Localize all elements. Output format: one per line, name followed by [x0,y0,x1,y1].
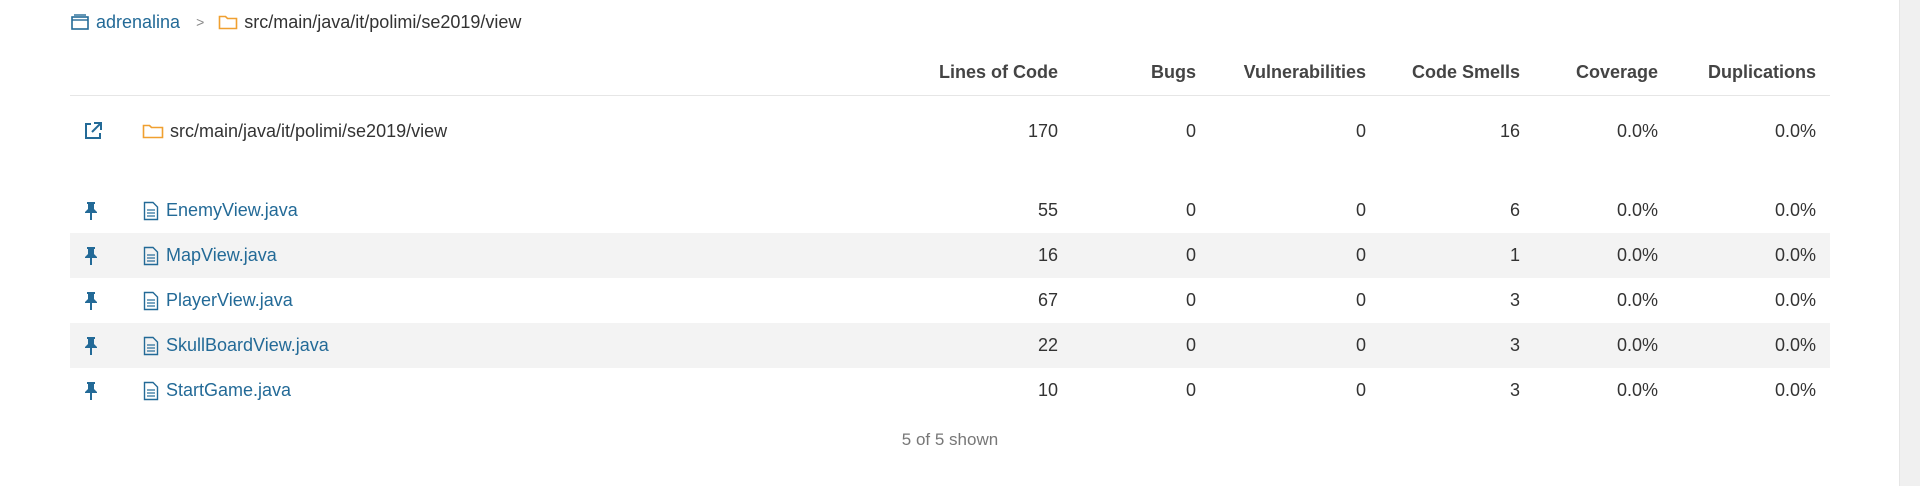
table-row-base: src/main/java/it/polimi/se2019/view 170 … [70,102,1830,160]
breadcrumb-directory-label: src/main/java/it/polimi/se2019/view [244,11,522,32]
cell-lines-of-code: 170 [1027,120,1058,141]
column-lines-of-code[interactable]: Lines of Code [938,62,1058,83]
column-vulnerabilities[interactable]: Vulnerabilities [1206,62,1366,83]
row-spacer [70,160,1830,188]
measures-table: Lines of Code Bugs Vulnerabilities Code … [70,54,1830,413]
file-name-link[interactable]: PlayerView.java [166,290,293,311]
column-code-smells[interactable]: Code Smells [1370,62,1520,83]
file-icon [143,336,159,355]
cell-duplications: 0.0% [1774,120,1816,141]
pin-icon[interactable] [82,323,100,368]
open-external-icon[interactable] [82,102,104,160]
table-row: MapView.java 16 0 0 1 0.0% 0.0% [70,233,1830,278]
table-row: SkullBoardView.java 22 0 0 3 0.0% 0.0% [70,323,1830,368]
file-name-cell[interactable]: EnemyView.java [142,188,298,233]
scrollbar[interactable] [1899,0,1920,486]
pin-icon[interactable] [82,233,100,278]
breadcrumb-separator: > [196,14,205,30]
cell-lines-of-code: 55 [1037,200,1058,220]
cell-code-smells: 3 [1509,380,1520,400]
cell-bugs: 0 [1185,290,1196,310]
shown-count: 5 of 5 shown [901,430,999,449]
cell-bugs: 0 [1185,120,1196,141]
cell-vulnerabilities: 0 [1355,200,1366,220]
cell-coverage: 0.0% [1616,245,1658,265]
file-icon [143,381,159,400]
breadcrumb-project-label[interactable]: adrenalina [96,12,180,33]
cell-vulnerabilities: 0 [1355,245,1366,265]
cell-lines-of-code: 22 [1037,335,1058,355]
cell-coverage: 0.0% [1616,380,1658,400]
file-name-link[interactable]: SkullBoardView.java [166,335,329,356]
table-row: EnemyView.java 55 0 0 6 0.0% 0.0% [70,188,1830,233]
file-name-cell[interactable]: SkullBoardView.java [142,323,329,368]
file-name-cell[interactable]: PlayerView.java [142,278,293,323]
file-name-cell[interactable]: MapView.java [142,233,277,278]
cell-code-smells: 3 [1509,335,1520,355]
cell-lines-of-code: 16 [1037,245,1058,265]
cell-duplications: 0.0% [1774,380,1816,400]
cell-code-smells: 16 [1499,120,1520,141]
table-row: StartGame.java 10 0 0 3 0.0% 0.0% [70,368,1830,413]
pin-icon[interactable] [82,368,100,413]
cell-vulnerabilities: 0 [1355,335,1366,355]
folder-icon [142,124,164,139]
cell-bugs: 0 [1185,245,1196,265]
file-name-link[interactable]: EnemyView.java [166,200,298,221]
cell-vulnerabilities: 0 [1355,290,1366,310]
cell-coverage: 0.0% [1616,200,1658,220]
cell-coverage: 0.0% [1616,290,1658,310]
base-directory-cell: src/main/java/it/polimi/se2019/view [142,102,447,160]
cell-bugs: 0 [1185,200,1196,220]
cell-code-smells: 3 [1509,290,1520,310]
cell-duplications: 0.0% [1774,200,1816,220]
cell-duplications: 0.0% [1774,290,1816,310]
breadcrumb: adrenalina > src/main/java/it/polimi/se2… [70,10,521,34]
cell-lines-of-code: 67 [1037,290,1058,310]
file-name-link[interactable]: MapView.java [166,245,277,266]
project-icon [71,14,89,30]
cell-coverage: 0.0% [1616,120,1658,141]
folder-icon [218,15,238,30]
pin-icon[interactable] [82,278,100,323]
base-directory-name: src/main/java/it/polimi/se2019/view [170,120,448,141]
file-icon [143,291,159,310]
column-coverage[interactable]: Coverage [1538,62,1658,83]
cell-bugs: 0 [1185,335,1196,355]
cell-bugs: 0 [1185,380,1196,400]
breadcrumb-directory: src/main/java/it/polimi/se2019/view [218,12,521,33]
code-browser-page: adrenalina > src/main/java/it/polimi/se2… [0,0,1920,486]
file-name-cell[interactable]: StartGame.java [142,368,291,413]
cell-code-smells: 1 [1509,245,1520,265]
pin-icon[interactable] [82,188,100,233]
cell-code-smells: 6 [1509,200,1520,220]
file-name-link[interactable]: StartGame.java [166,380,291,401]
cell-lines-of-code: 10 [1037,380,1058,400]
cell-vulnerabilities: 0 [1355,120,1366,141]
table-row: PlayerView.java 67 0 0 3 0.0% 0.0% [70,278,1830,323]
file-icon [143,246,159,265]
table-header: Lines of Code Bugs Vulnerabilities Code … [70,54,1830,96]
cell-vulnerabilities: 0 [1355,380,1366,400]
column-duplications[interactable]: Duplications [1676,62,1816,83]
cell-duplications: 0.0% [1774,245,1816,265]
cell-coverage: 0.0% [1616,335,1658,355]
file-icon [143,201,159,220]
cell-duplications: 0.0% [1774,335,1816,355]
breadcrumb-project[interactable]: adrenalina [70,12,180,33]
column-bugs[interactable]: Bugs [1076,62,1196,83]
